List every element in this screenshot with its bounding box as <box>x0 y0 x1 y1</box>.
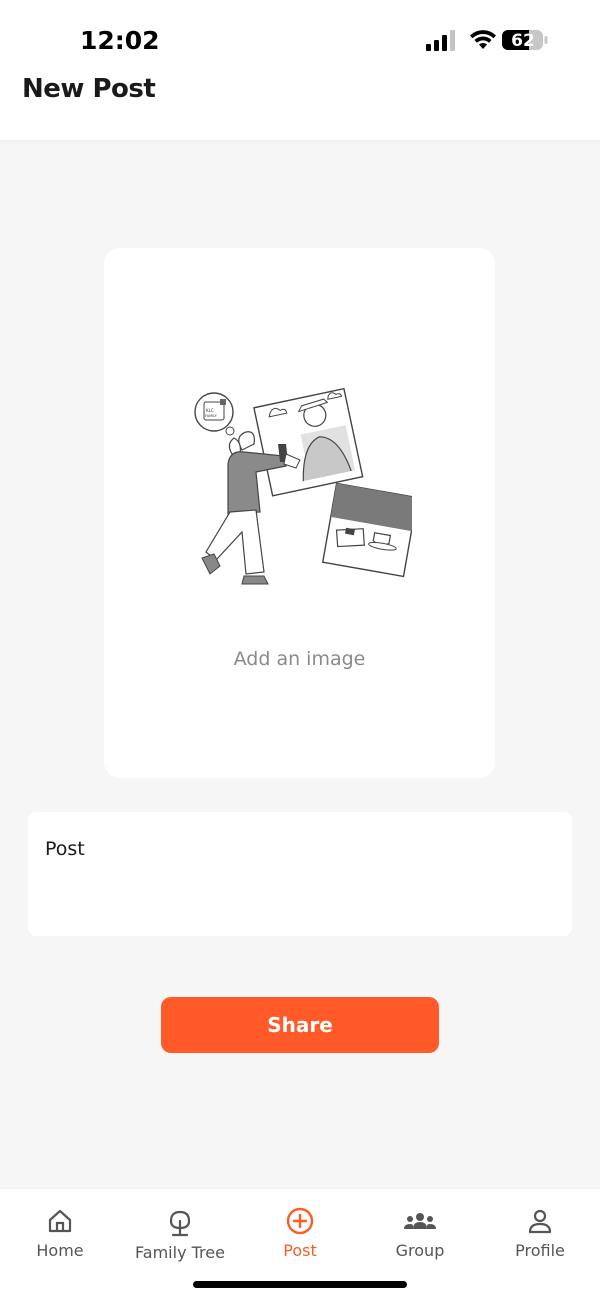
nav-label-family-tree: Family Tree <box>135 1243 225 1262</box>
svg-text:KLC: KLC <box>206 408 214 413</box>
post-input[interactable]: Post <box>28 812 572 936</box>
svg-text:FAMILY: FAMILY <box>205 414 218 418</box>
add-image-illustration: KLC FAMILY <box>194 387 412 585</box>
tree-icon <box>169 1210 191 1237</box>
nav-item-profile[interactable]: Profile <box>480 1207 600 1260</box>
signal-icon <box>426 30 455 51</box>
nav-item-group[interactable]: Group <box>360 1207 480 1260</box>
post-input-placeholder: Post <box>45 838 85 860</box>
status-time: 12:02 <box>80 26 160 55</box>
nav-label-profile: Profile <box>515 1241 565 1260</box>
nav-item-home[interactable]: Home <box>0 1207 120 1260</box>
nav-label-post: Post <box>283 1241 317 1260</box>
nav-label-home: Home <box>36 1241 84 1260</box>
page-title: New Post <box>22 74 156 104</box>
battery-level: 62 <box>511 31 535 51</box>
plus-circle-icon <box>286 1207 314 1235</box>
group-icon <box>404 1213 436 1229</box>
share-button[interactable]: Share <box>161 997 439 1053</box>
nav-item-family-tree[interactable]: Family Tree <box>120 1209 240 1262</box>
home-indicator <box>193 1281 407 1288</box>
status-bar: 12:02 62 <box>0 0 600 70</box>
wifi-icon <box>470 30 496 49</box>
nav-label-group: Group <box>395 1241 445 1260</box>
nav-item-post[interactable]: Post <box>240 1207 360 1260</box>
add-image-card[interactable]: KLC FAMILY Add an image <box>104 248 495 778</box>
home-icon <box>48 1209 72 1233</box>
header: New Post <box>0 70 600 140</box>
person-icon <box>528 1209 552 1234</box>
add-image-label: Add an image <box>233 648 366 670</box>
